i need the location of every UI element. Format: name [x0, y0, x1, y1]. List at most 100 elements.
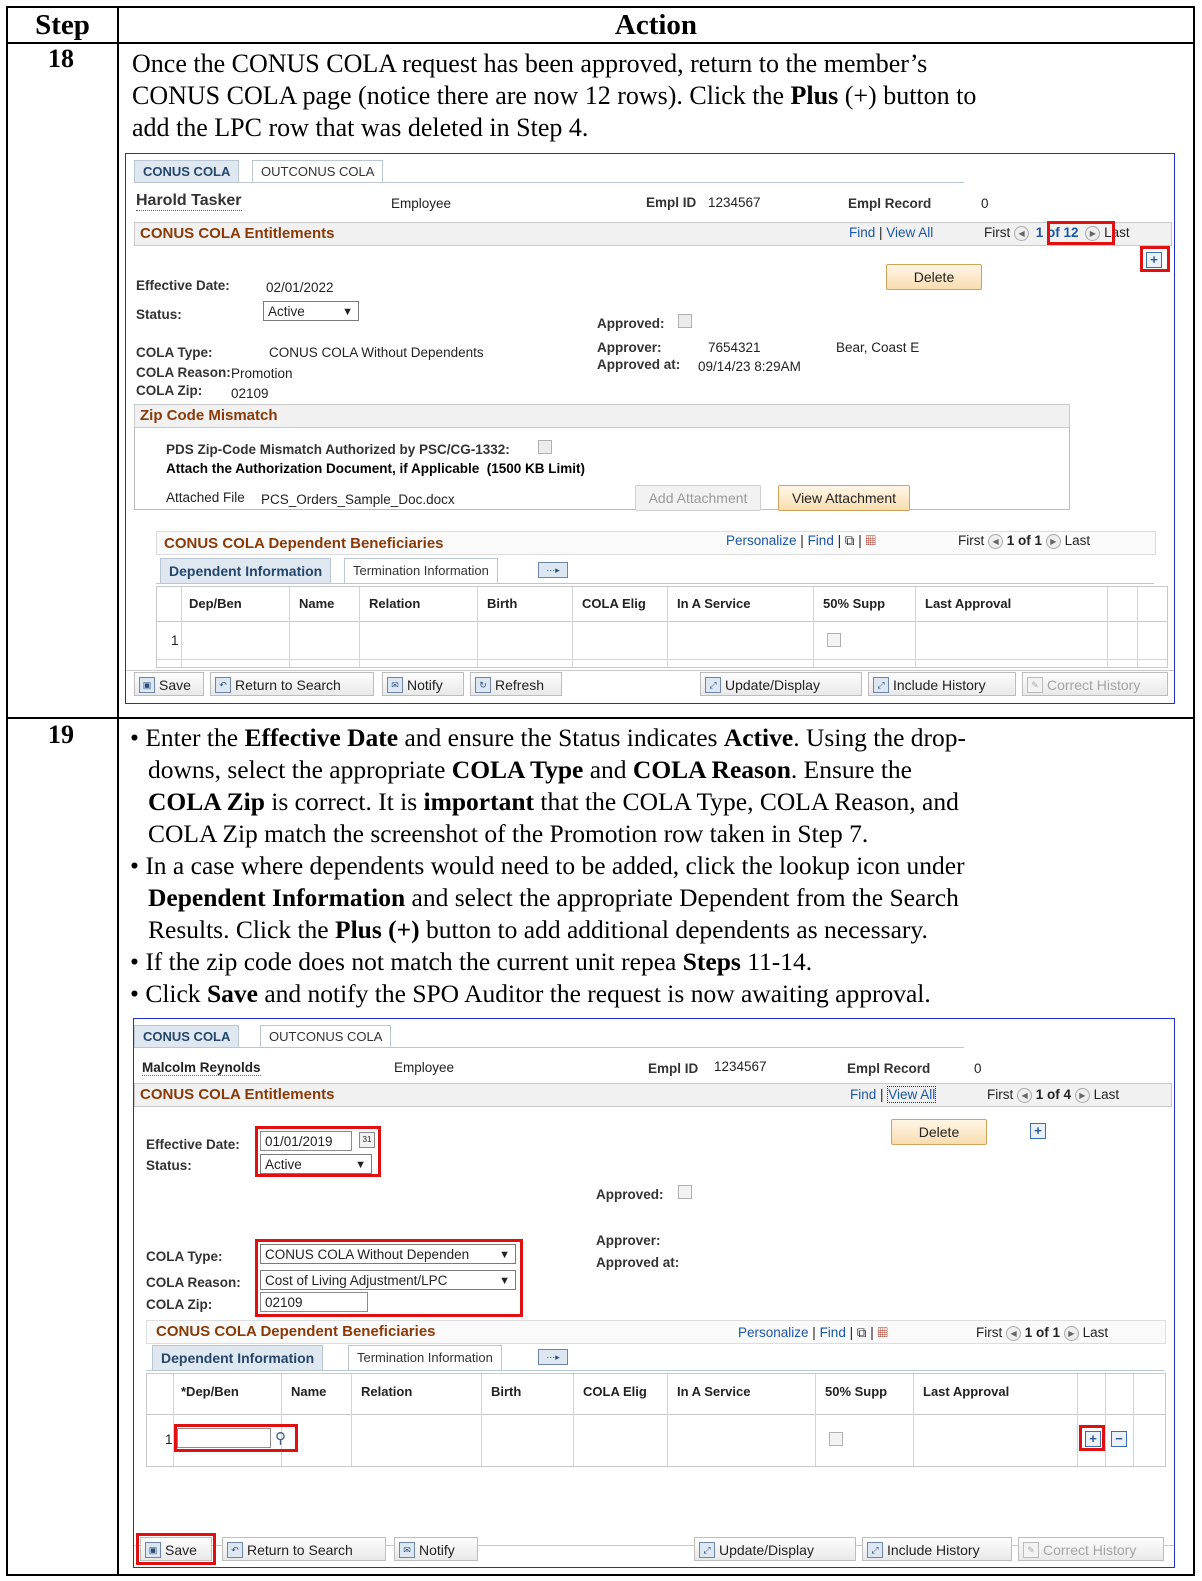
add-row-plus-icon-2[interactable]: +: [1030, 1123, 1046, 1139]
highlight-save: [136, 1533, 216, 1565]
notify-button[interactable]: ✉ Notify: [382, 672, 464, 696]
prev-icon-2[interactable]: ◀: [988, 533, 1004, 549]
cola-zip-value: 02109: [231, 386, 269, 401]
include-history-button[interactable]: ⤢ Include History: [868, 672, 1016, 696]
subtab-termination-information-2[interactable]: Termination Information: [348, 1345, 502, 1370]
save-button[interactable]: ▣ Save: [134, 672, 204, 696]
tab-outconus-cola-2[interactable]: OUTCONUS COLA: [260, 1025, 392, 1048]
correct-history-button-2[interactable]: ✎ Correct History: [1018, 1537, 1164, 1561]
next-icon-4[interactable]: ▶: [1063, 1325, 1079, 1341]
effective-date-value: 02/01/2022: [266, 280, 334, 295]
save-icon: ▣: [139, 677, 155, 693]
show-all-columns-icon[interactable]: ⋯▸: [538, 562, 568, 578]
empl-record-label-2: Empl Record: [847, 1061, 931, 1076]
col-in-a-service: In A Service: [677, 596, 751, 611]
find-link-3[interactable]: Find: [850, 1087, 876, 1102]
return-to-search-button-2[interactable]: ↶ Return to Search: [222, 1537, 386, 1561]
cola-reason-value: Promotion: [231, 366, 293, 381]
delete-button[interactable]: Delete: [886, 264, 982, 290]
step19-bullet1-line4: COLA Zip match the screenshot of the Pro…: [148, 819, 869, 848]
return-search-icon-2: ↶: [227, 1542, 243, 1558]
show-all-columns-icon-2[interactable]: ⋯▸: [538, 1349, 568, 1365]
first-link[interactable]: First: [984, 225, 1010, 240]
notify-button-2[interactable]: ✉ Notify: [394, 1537, 478, 1561]
return-to-search-button[interactable]: ↶ Return to Search: [210, 672, 374, 696]
approver-name: Bear, Coast E: [836, 340, 920, 355]
view-attachment-button[interactable]: View Attachment: [778, 485, 910, 511]
approver-id: 7654321: [708, 340, 761, 355]
add-attachment-button[interactable]: Add Attachment: [635, 485, 761, 511]
update-display-button-2[interactable]: ⤢ Update/Display: [694, 1537, 856, 1561]
employee-label-2: Employee: [394, 1060, 455, 1075]
tab-conus-cola[interactable]: CONUS COLA: [134, 160, 240, 183]
grid-row-number: 1: [171, 633, 179, 648]
first-link-2[interactable]: First: [987, 1087, 1013, 1102]
notify-icon: ✉: [387, 677, 403, 693]
view-all-link-2[interactable]: View All: [887, 1086, 937, 1103]
cola-type-label-2: COLA Type:: [146, 1249, 223, 1264]
delete-button-2[interactable]: Delete: [891, 1119, 987, 1145]
dependents-navigator: First ◀ 1 of 1 ▶ Last: [958, 533, 1091, 549]
find-link-4[interactable]: Find: [820, 1325, 846, 1340]
return-search-icon: ↶: [215, 677, 231, 693]
find-link-2[interactable]: Find: [808, 533, 834, 548]
prev-icon-3[interactable]: ◀: [1017, 1087, 1033, 1103]
tab-outconus-cola[interactable]: OUTCONUS COLA: [252, 160, 384, 183]
zoom-icon[interactable]: ⧉: [845, 533, 855, 548]
subtab-termination-information[interactable]: Termination Information: [344, 558, 498, 583]
update-display-icon: ⤢: [705, 677, 721, 693]
status-label-2: Status:: [146, 1158, 192, 1173]
screenshot-step18: CONUS COLA OUTCONUS COLA Harold Tasker E…: [125, 153, 1175, 704]
status-select[interactable]: Active ▼: [263, 301, 359, 321]
empl-record-value: 0: [981, 196, 989, 211]
grid-header-row-2: *Dep/Ben Name Relation Birth COLA Elig I…: [147, 1374, 1165, 1415]
step19-bullet1-line2: downs, select the appropriate COLA Type …: [148, 755, 912, 784]
highlight-plus-button: [1140, 246, 1170, 272]
tab-conus-cola-2[interactable]: CONUS COLA: [134, 1025, 240, 1048]
find-viewall-links: Find | View All: [849, 225, 934, 240]
personalize-link-2[interactable]: Personalize: [738, 1325, 809, 1340]
effective-date-label: Effective Date:: [136, 278, 230, 293]
include-history-icon: ⤢: [873, 677, 889, 693]
step-column-header: Step: [35, 9, 90, 41]
include-history-button-2[interactable]: ⤢ Include History: [862, 1537, 1012, 1561]
highlight-dep-ben: [174, 1424, 298, 1452]
subtab-dependent-information[interactable]: Dependent Information: [160, 558, 332, 583]
highlight-row-counter: [1047, 221, 1115, 245]
grid-export-icon-2[interactable]: ▦: [878, 1325, 888, 1340]
next-icon-3[interactable]: ▶: [1074, 1087, 1090, 1103]
approved-at-label: Approved at:: [597, 357, 681, 372]
empl-id-label-2: Empl ID: [648, 1061, 699, 1076]
zoom-icon-2[interactable]: ⧉: [857, 1325, 867, 1340]
col-relation-2: Relation: [361, 1384, 413, 1399]
prev-icon-4[interactable]: ◀: [1006, 1325, 1022, 1341]
last-link-2[interactable]: Last: [1094, 1087, 1120, 1102]
highlight-cola-fields: [255, 1239, 523, 1317]
correct-history-icon-2: ✎: [1023, 1542, 1039, 1558]
cola-reason-label: COLA Reason:: [136, 365, 231, 380]
zip-mismatch-title: Zip Code Mismatch: [140, 407, 278, 424]
action-column-header: Action: [614, 9, 698, 41]
cola-type-label: COLA Type:: [136, 345, 213, 360]
dependents-grid-tools: Personalize | Find | ⧉ | ▦: [726, 533, 876, 548]
update-display-button[interactable]: ⤢ Update/Display: [700, 672, 862, 696]
view-all-link[interactable]: View All: [886, 225, 933, 240]
grid-export-icon[interactable]: ▦: [866, 533, 876, 548]
prev-icon[interactable]: ◀: [1014, 225, 1030, 241]
attached-file-label: Attached File: [166, 490, 245, 505]
correct-history-button[interactable]: ✎ Correct History: [1022, 672, 1168, 696]
remove-dependent-minus-icon[interactable]: −: [1111, 1431, 1127, 1447]
cola-zip-label-2: COLA Zip:: [146, 1297, 213, 1312]
step18-line1: Once the CONUS COLA request has been app…: [132, 49, 928, 78]
subtab-dependent-information-2[interactable]: Dependent Information: [152, 1345, 324, 1370]
attach-doc-line: Attach the Authorization Document, if Ap…: [166, 461, 586, 476]
dependents-grid: Dep/Ben Name Relation Birth COLA Elig In…: [156, 586, 1168, 668]
employee-name-2: Malcolm Reynolds: [142, 1060, 261, 1076]
find-link[interactable]: Find: [849, 225, 875, 240]
refresh-button[interactable]: ↻ Refresh: [470, 672, 562, 696]
personalize-link[interactable]: Personalize: [726, 533, 797, 548]
dependents-grid-2: *Dep/Ben Name Relation Birth COLA Elig I…: [146, 1373, 1166, 1467]
status-label: Status:: [136, 307, 182, 322]
correct-history-icon: ✎: [1027, 677, 1043, 693]
next-icon-2[interactable]: ▶: [1045, 533, 1061, 549]
